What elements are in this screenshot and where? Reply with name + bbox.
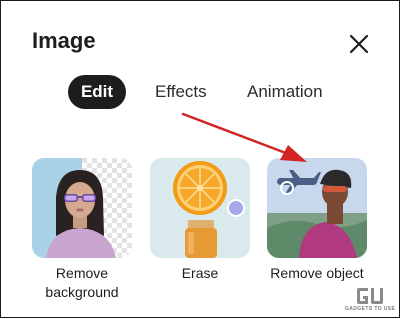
image-dialog: Image Edit Effects Animation Remove back… xyxy=(0,0,400,318)
remove-object-tool[interactable] xyxy=(267,158,367,258)
tab-animation[interactable]: Animation xyxy=(247,75,323,109)
remove-background-label: Remove background xyxy=(45,265,119,300)
watermark-tagline: GADGETS TO USE xyxy=(345,306,396,312)
tab-effects[interactable]: Effects xyxy=(155,75,207,109)
close-button[interactable] xyxy=(346,31,372,57)
erase-tool[interactable] xyxy=(150,158,250,258)
remove-background-thumbnail xyxy=(32,158,132,258)
watermark-logo: GADGETS TO USE xyxy=(345,285,395,315)
dialog-title: Image xyxy=(32,28,96,53)
remove-background-tool[interactable] xyxy=(32,158,132,258)
erase-thumbnail xyxy=(150,158,250,258)
gu-logo-icon xyxy=(357,288,383,304)
close-icon xyxy=(349,34,369,54)
remove-object-thumbnail xyxy=(267,158,367,258)
remove-object-label: Remove object xyxy=(270,265,364,281)
erase-label: Erase xyxy=(181,265,219,281)
tab-edit[interactable]: Edit xyxy=(68,75,126,109)
